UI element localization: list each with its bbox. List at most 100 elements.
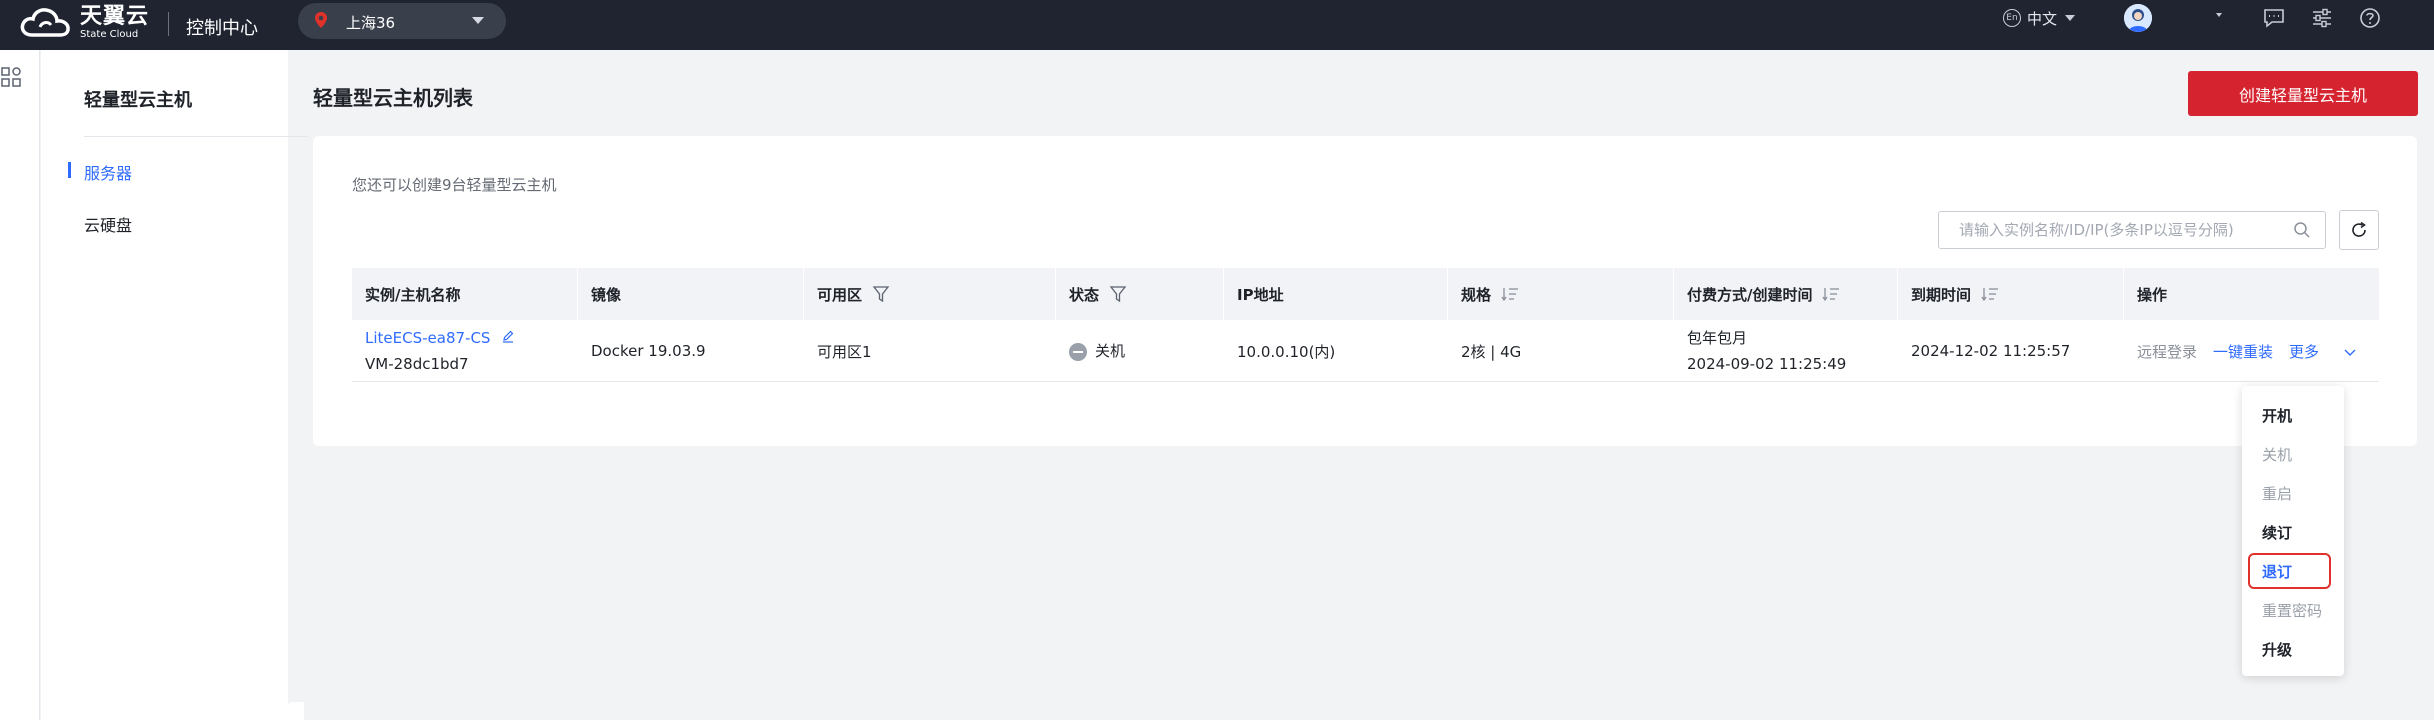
more-actions-dropdown[interactable]: 更多 xyxy=(2289,341,2356,362)
quota-text: 您还可以创建9台轻量型云主机 xyxy=(352,176,557,194)
cloud-logo-icon xyxy=(20,8,70,37)
column-header-instance: 实例/主机名称 xyxy=(352,268,578,320)
apps-grid-icon[interactable] xyxy=(0,66,22,92)
cell-instance: LiteECS-ea87-CS VM-28dc1bd7 xyxy=(352,320,578,382)
logo-text-en: State Cloud xyxy=(80,29,139,40)
column-label: 实例/主机名称 xyxy=(365,285,461,304)
image-value: Docker 19.03.9 xyxy=(591,342,706,360)
column-label: 付费方式/创建时间 xyxy=(1687,285,1813,304)
sort-icon[interactable] xyxy=(1822,286,1840,302)
chevron-down-icon xyxy=(472,17,484,24)
search-input[interactable] xyxy=(1959,220,2279,240)
column-label: 可用区 xyxy=(817,285,863,304)
filter-icon[interactable] xyxy=(872,285,890,303)
sidebar-title: 轻量型云主机 xyxy=(84,90,192,111)
region-selector[interactable]: 上海36 xyxy=(298,3,506,39)
reinstall-link[interactable]: 一键重装 xyxy=(2213,341,2273,362)
sidebar-divider xyxy=(84,136,308,137)
cell-image: Docker 19.03.9 xyxy=(578,320,804,382)
topbar-divider xyxy=(168,12,169,36)
user-menu-caret-icon[interactable] xyxy=(2216,13,2222,17)
column-label: IP地址 xyxy=(1237,285,1284,304)
sidebar-item-cloud-disk[interactable]: 云硬盘 xyxy=(41,204,288,240)
language-label: 中文 xyxy=(2027,9,2058,28)
chevron-down-icon xyxy=(2065,15,2076,21)
sort-icon[interactable] xyxy=(1981,286,1999,302)
column-label: 规格 xyxy=(1461,285,1492,304)
message-icon[interactable] xyxy=(2262,6,2286,30)
stopped-status-icon xyxy=(1069,342,1087,361)
menu-item-reset-password: 重置密码 xyxy=(2262,602,2323,620)
instance-name-link[interactable]: LiteECS-ea87-CS xyxy=(365,329,490,347)
column-header-actions: 操作 xyxy=(2124,268,2379,320)
sidebar-collapse-tab[interactable] xyxy=(288,702,304,720)
sidebar-item-label: 服务器 xyxy=(84,164,133,183)
left-rail xyxy=(0,50,40,720)
column-label: 操作 xyxy=(2137,285,2168,304)
column-label: 到期时间 xyxy=(1911,285,1972,304)
cell-ip: 10.0.0.10(内) xyxy=(1224,320,1448,382)
column-header-status: 状态 xyxy=(1056,268,1224,320)
column-header-spec: 规格 xyxy=(1448,268,1674,320)
avatar-icon xyxy=(2124,4,2152,32)
sort-icon[interactable] xyxy=(1501,286,1519,302)
column-header-zone: 可用区 xyxy=(804,268,1056,320)
spec-value: 2核 | 4G xyxy=(1461,342,1522,361)
column-label: 状态 xyxy=(1069,285,1100,304)
cell-billing: 包年包月 2024-09-02 11:25:49 xyxy=(1674,320,1898,382)
settings-sliders-icon[interactable] xyxy=(2310,6,2334,30)
status-value: 关机 xyxy=(1095,342,1126,360)
created-time: 2024-09-02 11:25:49 xyxy=(1687,355,1847,373)
table-header: 实例/主机名称 镜像 可用区 状态 IP地址 规格 付费方式/创建时间 到期时间 xyxy=(352,268,2379,320)
table-row: LiteECS-ea87-CS VM-28dc1bd7 Docker 19.03… xyxy=(352,320,2379,382)
chevron-down-icon xyxy=(2344,349,2356,356)
location-pin-icon xyxy=(315,12,327,28)
active-indicator xyxy=(68,162,71,178)
filter-icon[interactable] xyxy=(1109,285,1127,303)
menu-item-start[interactable]: 开机 xyxy=(2262,405,2292,426)
sidebar-item-label: 云硬盘 xyxy=(84,216,133,235)
menu-item-upgrade[interactable]: 升级 xyxy=(2262,639,2292,660)
ip-value: 10.0.0.10(内) xyxy=(1237,342,1336,361)
column-header-billing: 付费方式/创建时间 xyxy=(1674,268,1898,320)
column-header-image: 镜像 xyxy=(578,268,804,320)
instance-list-card: 您还可以创建9台轻量型云主机 实例/主机名称 镜像 可用区 状态 IP地址 规格 xyxy=(313,136,2417,446)
top-navigation-bar: 天翼云 State Cloud 控制中心 上海36 En 中文 xyxy=(0,0,2434,50)
refresh-icon xyxy=(2352,221,2366,237)
state-cloud-logo[interactable]: 天翼云 State Cloud xyxy=(18,4,153,42)
region-label: 上海36 xyxy=(346,14,396,32)
cell-expiry: 2024-12-02 11:25:57 xyxy=(1898,320,2124,382)
zone-value: 可用区1 xyxy=(817,342,872,361)
more-actions-menu: 开机 关机 重启 续订 退订 重置密码 升级 xyxy=(2242,386,2344,676)
more-label: 更多 xyxy=(2289,342,2320,361)
user-avatar[interactable] xyxy=(2124,4,2152,32)
column-label: 镜像 xyxy=(591,285,622,304)
cell-status: 关机 xyxy=(1056,320,1224,382)
remote-login-link[interactable]: 远程登录 xyxy=(2137,341,2197,362)
refresh-button[interactable] xyxy=(2339,210,2379,250)
cell-actions: 远程登录 一键重装 更多 xyxy=(2124,320,2379,382)
highlight-box xyxy=(2248,553,2331,589)
product-sidebar: 轻量型云主机 服务器 云硬盘 xyxy=(41,50,308,720)
search-icon[interactable] xyxy=(2293,221,2311,243)
search-box[interactable] xyxy=(1938,211,2326,249)
cell-spec: 2核 | 4G xyxy=(1448,320,1674,382)
billing-type: 包年包月 xyxy=(1687,329,1748,347)
sidebar-item-servers[interactable]: 服务器 xyxy=(41,152,288,188)
create-instance-button[interactable]: 创建轻量型云主机 xyxy=(2188,71,2418,116)
edit-icon[interactable] xyxy=(501,325,515,351)
console-title[interactable]: 控制中心 xyxy=(186,14,258,40)
menu-item-restart: 重启 xyxy=(2262,485,2293,503)
menu-item-stop: 关机 xyxy=(2262,446,2293,464)
menu-item-renew[interactable]: 续订 xyxy=(2262,522,2292,543)
page-title: 轻量型云主机列表 xyxy=(313,86,473,110)
help-icon[interactable] xyxy=(2358,6,2382,30)
column-header-ip: IP地址 xyxy=(1224,268,1448,320)
column-header-expiry: 到期时间 xyxy=(1898,268,2124,320)
language-selector[interactable]: En 中文 xyxy=(2003,7,2076,29)
host-name: VM-28dc1bd7 xyxy=(365,355,469,374)
expiry-value: 2024-12-02 11:25:57 xyxy=(1911,342,2071,360)
language-icon: En xyxy=(2003,9,2021,27)
cell-zone: 可用区1 xyxy=(804,320,1056,382)
logo-text-cn: 天翼云 xyxy=(80,4,150,29)
